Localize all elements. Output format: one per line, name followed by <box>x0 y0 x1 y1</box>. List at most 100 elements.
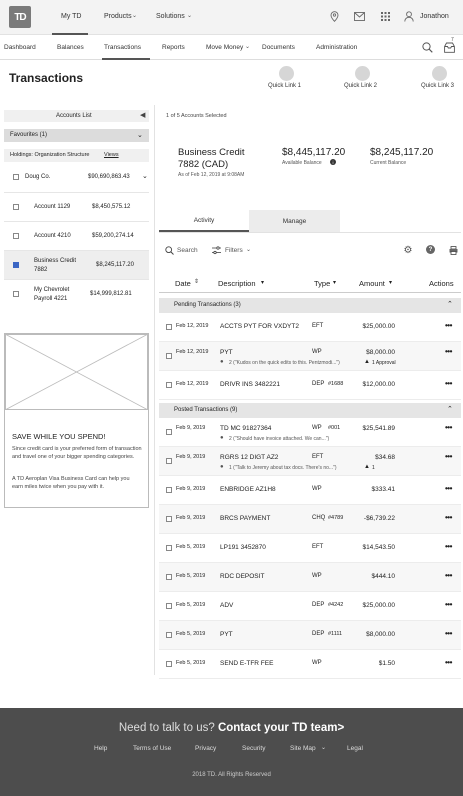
footer-link-legal[interactable]: Legal <box>347 745 363 752</box>
tx-comment[interactable]: 2 ("Kudos on the quick edits to this. Pe… <box>229 360 340 366</box>
account-checkbox-checked[interactable] <box>13 262 19 268</box>
tab-administration[interactable]: Administration <box>316 44 357 51</box>
comment-icon[interactable]: ● <box>220 359 224 365</box>
info-icon[interactable]: i <box>330 159 336 165</box>
more-actions-icon[interactable]: ••• <box>445 658 452 667</box>
footer-link-terms[interactable]: Terms of Use <box>133 745 171 752</box>
posted-section-header[interactable]: Posted Transactions (9) ⌃ <box>159 403 461 418</box>
tab-manage[interactable]: Manage <box>249 210 340 232</box>
location-icon[interactable] <box>328 10 340 22</box>
quick-link-2-icon[interactable] <box>355 66 370 81</box>
tab-transactions[interactable]: Transactions <box>104 44 141 51</box>
row-checkbox[interactable] <box>166 353 172 359</box>
quick-link-3-icon[interactable] <box>432 66 447 81</box>
tab-activity[interactable]: Activity <box>159 210 249 232</box>
search-field[interactable]: Search <box>177 247 198 254</box>
account-row[interactable]: My Chevrolet Payroll 4221 $14,999,812.81 <box>4 279 149 308</box>
table-row[interactable]: Feb 12, 2019 DRIVR INS 3482221 DEP #1688 $12… <box>159 371 461 400</box>
account-row-selected[interactable]: Business Credit 7882 $8,245,117.20 <box>4 250 149 279</box>
account-row[interactable]: Account 4210 $59,200,274.14 <box>4 221 149 250</box>
account-checkbox[interactable] <box>13 291 19 297</box>
row-checkbox[interactable] <box>166 458 172 464</box>
column-description[interactable]: Description <box>218 279 256 288</box>
account-checkbox[interactable] <box>13 204 19 210</box>
row-checkbox[interactable] <box>166 382 172 388</box>
table-row[interactable]: Feb 5, 2019 RDC DEPOSIT WP $444.10 ••• <box>159 563 461 592</box>
quick-link-1-icon[interactable] <box>279 66 294 81</box>
footer-link-privacy[interactable]: Privacy <box>195 745 216 752</box>
table-row[interactable]: Feb 9, 2019 BRCS PAYMENT CHQ #4789 -$6,739.2… <box>159 505 461 534</box>
tab-balances[interactable]: Balances <box>57 44 84 51</box>
more-actions-icon[interactable]: ••• <box>445 321 452 330</box>
promo-card[interactable]: SAVE WHILE YOU SPEND! Since credit card … <box>4 333 149 508</box>
nav-products[interactable]: Products <box>104 13 132 20</box>
views-link[interactable]: Views <box>104 152 119 158</box>
td-logo[interactable]: TD <box>9 6 31 28</box>
table-row[interactable]: Feb 5, 2019 ADV DEP #4242 $25,000.00 ••• <box>159 592 461 621</box>
collapse-panel-icon[interactable]: ◀ <box>140 111 145 119</box>
account-checkbox[interactable] <box>13 233 19 239</box>
user-name[interactable]: Jonathon <box>420 13 449 20</box>
tab-move-money[interactable]: Move Money <box>206 44 243 51</box>
table-row[interactable]: Feb 5, 2019 SEND E-TFR FEE WP $1.50 ••• <box>159 650 461 679</box>
mail-icon[interactable] <box>353 10 365 22</box>
chevron-up-icon[interactable]: ⌃ <box>447 405 453 413</box>
quick-link-1[interactable]: Quick Link 1 <box>268 83 301 89</box>
search-icon[interactable] <box>164 245 174 255</box>
row-checkbox[interactable] <box>166 516 172 522</box>
apps-grid-icon[interactable] <box>379 10 391 22</box>
user-icon[interactable] <box>403 10 415 22</box>
settings-gear-icon[interactable]: ⚙ <box>403 245 413 256</box>
more-actions-icon[interactable]: ••• <box>445 571 452 580</box>
chevron-down-icon[interactable]: ⌄ <box>142 172 148 180</box>
table-row[interactable]: Feb 9, 2019 RGRS 12 DIGT AZ2 EFT $34.68 ••• ●… <box>159 447 461 476</box>
company-row[interactable]: Doug Co. $90,690,863.43 ⌄ <box>4 168 149 190</box>
table-row[interactable]: Feb 5, 2019 PYT DEP #1111 $8,000.00 ••• <box>159 621 461 650</box>
more-actions-icon[interactable]: ••• <box>445 484 452 493</box>
table-row[interactable]: Feb 12, 2019 ACCTS PYT FOR VXDYT2 EFT $25,0… <box>159 313 461 342</box>
table-row[interactable]: Feb 5, 2019 LP191 3452870 EFT $14,543.50 ••• <box>159 534 461 563</box>
nav-my-td[interactable]: My TD <box>61 13 81 20</box>
row-checkbox[interactable] <box>166 487 172 493</box>
sort-icon[interactable]: ⇕ <box>194 278 199 285</box>
row-checkbox[interactable] <box>166 574 172 580</box>
footer-link-site-map[interactable]: Site Map <box>290 745 316 752</box>
favourites-row[interactable]: Favourites (1) ⌄ <box>4 129 149 142</box>
tab-documents[interactable]: Documents <box>262 44 295 51</box>
table-row[interactable]: Feb 9, 2019 TD MC 91827364 WP #001 $25,541.8… <box>159 418 461 447</box>
comment-icon[interactable]: ● <box>220 435 224 441</box>
column-date[interactable]: Date <box>175 279 191 288</box>
filters-button[interactable]: Filters <box>225 247 243 254</box>
column-amount[interactable]: Amount <box>359 279 385 288</box>
more-actions-icon[interactable]: ••• <box>445 600 452 609</box>
quick-link-2[interactable]: Quick Link 2 <box>344 83 377 89</box>
more-actions-icon[interactable]: ••• <box>445 423 452 432</box>
table-row[interactable]: Feb 12, 2019 PYT WP $8,000.00 ••• ● 2 ("Kudos … <box>159 342 461 371</box>
footer-link-security[interactable]: Security <box>242 745 265 752</box>
row-checkbox[interactable] <box>166 603 172 609</box>
filter-icon[interactable] <box>211 245 221 255</box>
row-checkbox[interactable] <box>166 545 172 551</box>
more-actions-icon[interactable]: ••• <box>445 452 452 461</box>
more-actions-icon[interactable]: ••• <box>445 629 452 638</box>
more-actions-icon[interactable]: ••• <box>445 347 452 356</box>
column-type[interactable]: Type <box>314 279 330 288</box>
footer-link-help[interactable]: Help <box>94 745 107 752</box>
table-row[interactable]: Feb 9, 2019 ENBRIDGE AZ1H8 WP $333.41 ••• <box>159 476 461 505</box>
quick-link-3[interactable]: Quick Link 3 <box>421 83 454 89</box>
search-icon[interactable] <box>421 41 433 53</box>
account-row[interactable]: Account 1129 $8,450,575.12 <box>4 192 149 221</box>
company-checkbox[interactable] <box>13 174 19 180</box>
tx-comment[interactable]: 1 ("Talk to Jeremy about tax docs. There… <box>229 465 337 471</box>
tx-comment[interactable]: 2 ("Should have invoice attached. We can… <box>229 436 329 442</box>
row-checkbox[interactable] <box>166 429 172 435</box>
comment-icon[interactable]: ● <box>220 464 224 470</box>
tab-reports[interactable]: Reports <box>162 44 185 51</box>
more-actions-icon[interactable]: ••• <box>445 513 452 522</box>
more-actions-icon[interactable]: ••• <box>445 379 452 388</box>
contact-team-link[interactable]: Contact your TD team> <box>218 722 344 734</box>
row-checkbox[interactable] <box>166 661 172 667</box>
row-checkbox[interactable] <box>166 632 172 638</box>
nav-solutions[interactable]: Solutions <box>156 13 185 20</box>
pending-section-header[interactable]: Pending Transactions (3) ⌃ <box>159 298 461 313</box>
